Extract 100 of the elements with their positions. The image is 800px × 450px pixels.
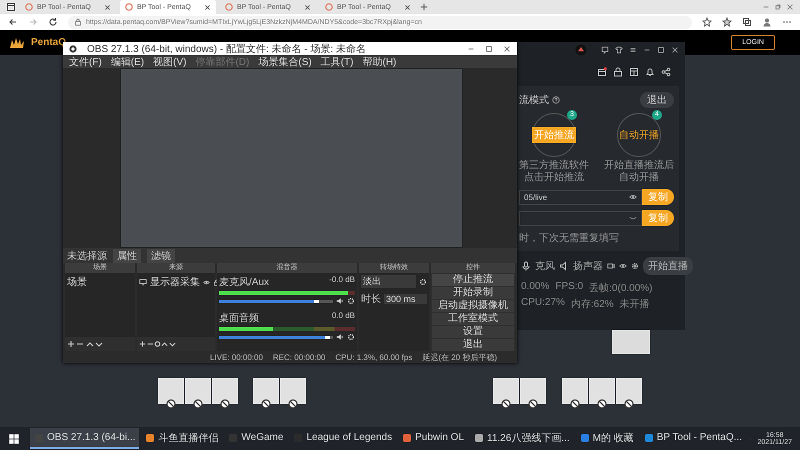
ban-icon — [597, 399, 607, 409]
help-icon[interactable] — [552, 96, 560, 104]
back-icon[interactable] — [8, 17, 18, 27]
close-icon[interactable] — [404, 4, 411, 10]
menu-item[interactable]: 视图(V) — [153, 54, 186, 68]
settings-icon[interactable] — [347, 297, 355, 305]
eye-icon[interactable] — [203, 278, 210, 286]
tab-actions-icon[interactable] — [6, 2, 16, 12]
taskbar-item[interactable]: Pubwin OL — [398, 428, 468, 449]
pick-slot — [616, 378, 642, 404]
ban-icon — [528, 399, 538, 409]
close-icon[interactable] — [503, 44, 511, 52]
taskbar-item[interactable]: League of Legends — [289, 428, 396, 449]
star-icon[interactable] — [702, 17, 712, 27]
bell-icon[interactable] — [645, 67, 655, 77]
settings-icon[interactable] — [347, 333, 355, 341]
maximize-icon[interactable] — [657, 46, 665, 54]
shirt-icon[interactable] — [615, 46, 623, 54]
source-item[interactable]: 显示器采集 — [150, 275, 200, 289]
exit-button[interactable]: 退出 — [640, 92, 674, 108]
device-label: 克风 — [535, 260, 555, 273]
microphone-icon[interactable] — [521, 261, 531, 271]
hint-text: 时，下次无需重复填写 — [519, 232, 620, 245]
stat-text: 未开播 — [620, 298, 650, 311]
close-icon[interactable] — [304, 4, 311, 10]
channel-reading: -0.0 dB — [329, 275, 355, 286]
taskbar-item[interactable]: 11.26八强线下画... — [470, 428, 574, 449]
start-live-button[interactable]: 开始直播 — [643, 257, 693, 275]
settings-icon[interactable] — [631, 262, 639, 270]
app-logo-icon — [575, 44, 587, 56]
menu-item[interactable]: 编辑(E) — [110, 54, 144, 68]
control-button[interactable]: 启动虚拟摄像机 — [432, 300, 514, 312]
status-text: 延迟(在 20 秒后平稳) — [422, 352, 497, 362]
stream-field[interactable] — [519, 210, 642, 226]
profile-icon[interactable] — [762, 17, 772, 27]
favorites-icon[interactable] — [722, 17, 732, 27]
stat-text: FPS:0 — [555, 281, 584, 294]
control-button[interactable]: 工作室模式 — [432, 313, 514, 325]
close-icon[interactable] — [104, 4, 111, 10]
close-icon[interactable] — [671, 46, 679, 54]
transition-select[interactable]: 淡出 — [361, 275, 416, 288]
stat-text: CPU:27% — [521, 297, 565, 310]
control-button[interactable]: 开始录制 — [432, 287, 514, 299]
speaker-icon[interactable] — [559, 261, 569, 271]
step-caption: 点击开始推流 — [524, 172, 584, 184]
app-icon — [474, 432, 484, 442]
pick-slot — [185, 378, 211, 404]
app-icon — [402, 432, 412, 442]
close-icon[interactable] — [786, 3, 794, 11]
eye-closed-icon[interactable] — [629, 214, 637, 222]
new-tab-icon[interactable] — [420, 3, 428, 11]
menu-item[interactable]: 工具(T) — [320, 54, 354, 68]
reload-icon[interactable] — [48, 17, 58, 27]
pick-slot — [253, 378, 279, 404]
menu-item[interactable]: 文件(F) — [69, 54, 102, 68]
ban-icon — [193, 399, 203, 409]
taskbar-item[interactable]: OBS 27.1.3 (64-bi... — [30, 428, 140, 449]
menu-item[interactable]: 帮助(H) — [362, 54, 396, 68]
pick-slot — [280, 378, 306, 404]
app-icon — [145, 432, 156, 442]
menu-item[interactable]: 场景集合(S) — [258, 54, 312, 68]
speaker-icon[interactable] — [336, 333, 344, 341]
control-button[interactable]: 设置 — [432, 326, 514, 338]
video-icon[interactable] — [607, 262, 615, 270]
app-icon — [644, 432, 654, 442]
share-icon[interactable] — [661, 67, 671, 77]
channel-name: 麦克风/Aux — [219, 276, 270, 289]
taskbar-item[interactable]: BP Tool - PentaQ... — [640, 428, 746, 449]
stat-text: 0.00% — [521, 281, 550, 294]
taskbar-item[interactable]: 斗鱼直播伴侣 — [141, 428, 222, 449]
step-caption: 开始直播推流后 — [604, 160, 674, 172]
pick-slot — [562, 378, 588, 404]
taskbar-item[interactable]: M的 收藏 — [576, 428, 638, 449]
source-action-button[interactable]: 滤镜 — [147, 248, 175, 262]
eye-icon[interactable] — [619, 262, 627, 270]
status-text: LIVE: 00:00:00 — [210, 352, 263, 362]
restore-icon[interactable] — [774, 3, 782, 11]
layout-icon[interactable] — [629, 67, 639, 77]
settings-icon[interactable] — [419, 278, 427, 286]
speaker-icon[interactable] — [336, 297, 344, 305]
monitor-icon — [139, 278, 147, 286]
favicon-icon — [325, 3, 333, 11]
calendar-icon[interactable] — [597, 67, 607, 77]
stream-field[interactable]: 05/live — [519, 190, 642, 204]
obs-logo-icon — [69, 44, 77, 52]
start-icon[interactable] — [8, 432, 20, 444]
control-button[interactable]: 退出 — [432, 339, 514, 351]
status-text: CPU: 1.3%, 60.00 fps — [335, 352, 412, 362]
close-icon[interactable] — [204, 4, 211, 10]
menu-icon[interactable] — [629, 46, 637, 54]
ban-icon — [261, 399, 271, 409]
message-icon[interactable] — [601, 46, 609, 54]
maximize-icon[interactable] — [485, 44, 493, 52]
collections-icon[interactable] — [742, 17, 752, 27]
pick-slot — [158, 378, 184, 404]
eye-icon[interactable] — [629, 193, 637, 201]
stream-dropdown-button[interactable]: 停止推流 — [432, 274, 514, 286]
duration-field[interactable]: 300 ms — [384, 294, 427, 304]
source-action-button[interactable]: 属性 — [113, 248, 141, 262]
taskbar-item[interactable]: WeGame — [224, 428, 288, 449]
